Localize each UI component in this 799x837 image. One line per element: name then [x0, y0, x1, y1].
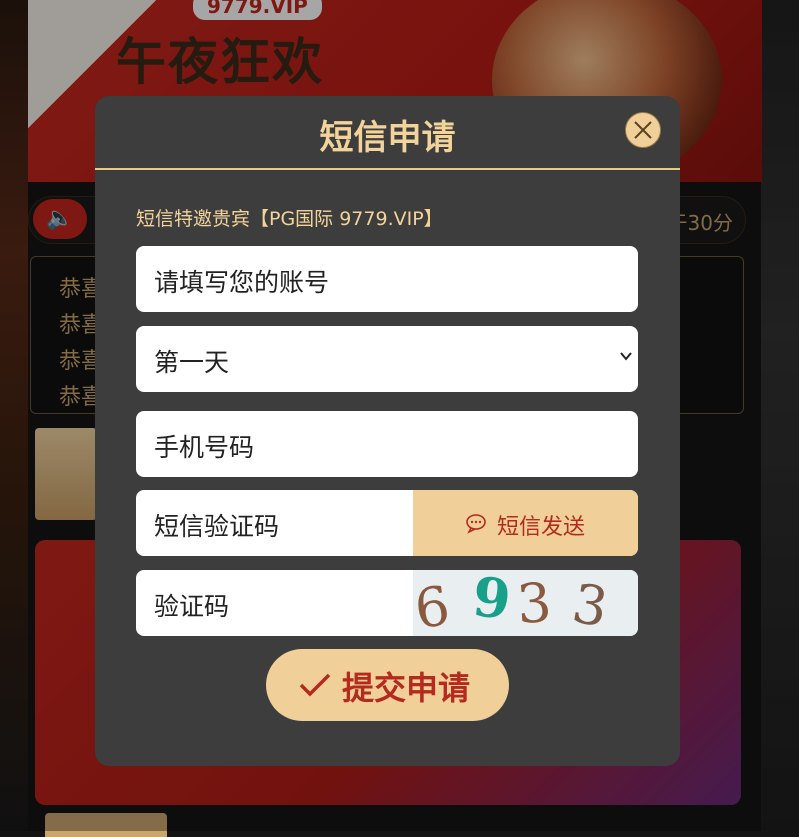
chevron-down-icon [620, 352, 632, 361]
chat-bubble-icon [466, 514, 486, 534]
captcha-digit: 3 [567, 571, 613, 636]
close-icon [634, 121, 652, 139]
modal-title: 短信申请 [319, 118, 456, 158]
account-input[interactable]: 请填写您的账号 [136, 246, 638, 312]
check-icon [299, 673, 331, 697]
captcha-row: 验证码 6 9 3 3 [136, 570, 638, 636]
sms-code-input[interactable]: 短信验证码 [154, 507, 279, 543]
captcha-digit: 9 [469, 570, 514, 632]
submit-label: 提交申请 [342, 669, 471, 707]
captcha-digit: 3 [514, 570, 554, 636]
sms-send-label: 短信发送 [497, 515, 586, 540]
phone-placeholder: 手机号码 [154, 433, 255, 462]
day-select-value: 第一天 [154, 348, 230, 377]
submit-button[interactable]: 提交申请 [266, 649, 509, 721]
sms-application-modal: 短信申请 短信特邀贵宾【PG国际 9779.VIP】 请填写您的账号 第一天 手… [95, 96, 680, 766]
captcha-input[interactable]: 验证码 [154, 587, 229, 623]
close-button[interactable] [625, 112, 661, 148]
sms-send-button[interactable]: 短信发送 [413, 490, 638, 556]
promo-text: 短信特邀贵宾【PG国际 9779.VIP】 [136, 208, 443, 230]
phone-input[interactable]: 手机号码 [136, 411, 638, 477]
captcha-digit: 6 [413, 573, 454, 636]
day-select[interactable]: 第一天 [136, 326, 638, 392]
sms-code-row: 短信验证码 短信发送 [136, 490, 638, 556]
modal-header: 短信申请 [95, 96, 680, 170]
account-placeholder: 请填写您的账号 [154, 268, 330, 297]
captcha-image[interactable]: 6 9 3 3 [413, 570, 638, 636]
